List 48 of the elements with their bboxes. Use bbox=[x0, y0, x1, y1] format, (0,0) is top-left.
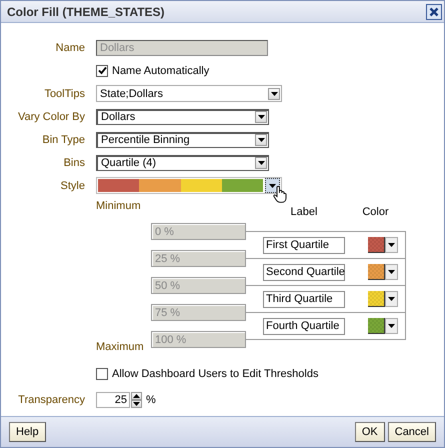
checkbox-label: Name Automatically bbox=[112, 64, 210, 76]
bin-label-field[interactable]: Fourth Quartile bbox=[263, 318, 345, 334]
spin-up-button[interactable] bbox=[131, 392, 142, 400]
dropdown[interactable]: Dollars bbox=[96, 108, 269, 124]
unit-label: % bbox=[146, 394, 156, 406]
dialog-button[interactable]: Cancel bbox=[388, 422, 436, 442]
caret-icon bbox=[388, 270, 395, 274]
color-picker[interactable] bbox=[368, 264, 399, 280]
dropdown[interactable]: State;Dollars bbox=[96, 85, 282, 102]
column-header: Label bbox=[290, 206, 318, 218]
caret-icon bbox=[258, 161, 264, 165]
field-label: ToolTips bbox=[43, 88, 85, 100]
dropdown-button[interactable] bbox=[265, 178, 280, 193]
checkbox[interactable] bbox=[96, 64, 108, 76]
field-label: Name bbox=[54, 42, 85, 54]
field-label: Style bbox=[60, 180, 85, 192]
help-button[interactable]: Help bbox=[9, 422, 46, 442]
caret-icon bbox=[388, 297, 395, 301]
color-picker[interactable] bbox=[368, 291, 399, 307]
bin-label-field[interactable]: First Quartile bbox=[263, 236, 345, 254]
column-header: Color bbox=[362, 206, 389, 218]
hand-cursor-icon bbox=[273, 186, 287, 203]
maximum-label: Maximum bbox=[96, 341, 145, 353]
color-picker[interactable] bbox=[368, 318, 399, 334]
bin-label-field[interactable]: Third Quartile bbox=[263, 290, 345, 308]
transparency-field[interactable]: 25 bbox=[96, 392, 130, 408]
caret-icon bbox=[258, 138, 264, 142]
field-label: Transparency bbox=[17, 394, 85, 406]
dropdown[interactable]: Quartile (4) bbox=[96, 154, 269, 170]
caret-icon bbox=[270, 92, 278, 96]
caret-icon bbox=[269, 184, 276, 188]
field-label: Vary Color By bbox=[16, 110, 85, 122]
dropdown[interactable]: Percentile Binning bbox=[96, 132, 269, 148]
close-icon bbox=[429, 6, 439, 16]
checkbox-label: Allow Dashboard Users to Edit Thresholds bbox=[112, 368, 318, 380]
caret-icon bbox=[388, 324, 395, 328]
caret-icon bbox=[258, 115, 264, 119]
window-title: Color Fill (THEME_STATES) bbox=[7, 4, 165, 18]
field-label: Bins bbox=[62, 156, 85, 168]
field-label: Bin Type bbox=[41, 134, 85, 146]
checkmark-icon bbox=[98, 66, 106, 75]
dialog-button[interactable]: OK bbox=[354, 422, 385, 442]
color-picker[interactable] bbox=[368, 237, 399, 253]
checkbox[interactable] bbox=[96, 368, 108, 380]
minimum-label: Minimum bbox=[96, 200, 142, 212]
caret-icon bbox=[388, 243, 395, 247]
close-button[interactable] bbox=[426, 4, 442, 20]
bin-label-field[interactable]: Second Quartile bbox=[263, 264, 345, 280]
